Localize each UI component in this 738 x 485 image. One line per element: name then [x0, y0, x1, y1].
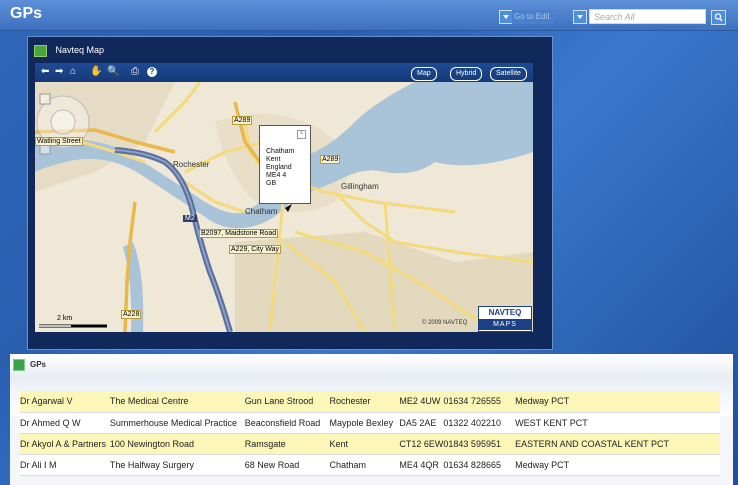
map-panel-title: Navteq Map — [55, 45, 105, 55]
search-button[interactable] — [711, 10, 726, 25]
forward-arrow-icon[interactable]: ➡ — [55, 66, 63, 77]
map-panel: Navteq Map ⬅ ➡ ⌂ ✋ 🔍 ⎙ ? Map Hybrid Sate… — [27, 36, 553, 350]
map-canvas[interactable]: Watling Street Rochester Chatham Gilling… — [35, 82, 533, 332]
map-panel-header: Navteq Map — [34, 43, 104, 59]
popup-address: Chatham Kent England ME4 4 GB — [266, 148, 294, 188]
search-scope-dropdown-icon[interactable] — [573, 10, 587, 24]
navteq-logo-top: NAVTEQ — [488, 308, 522, 317]
place-label-gillingham: Gillingham — [341, 182, 379, 191]
top-bar: GPs Go to Edit — [0, 0, 738, 31]
table-row[interactable]: Dr Agarwal V The Medical Centre Gun Lane… — [20, 391, 720, 413]
road-label-m2: M2 — [183, 215, 197, 222]
popup-line: Chatham — [266, 148, 295, 155]
gp-street: 68 New Road — [244, 454, 330, 476]
map-copyright: © 2009 NAVTEQ — [422, 320, 468, 326]
close-icon[interactable]: × — [297, 130, 306, 139]
road-label-watling: Watling Street — [35, 137, 83, 146]
help-icon[interactable]: ? — [147, 67, 157, 77]
print-icon[interactable]: ⎙ — [131, 66, 139, 77]
road-label-a289-west: A289 — [232, 116, 253, 125]
table-icon — [13, 359, 25, 371]
back-arrow-icon[interactable]: ⬅ — [41, 66, 49, 77]
satellite-mode-button[interactable]: Satellite — [490, 67, 527, 81]
road-label-b2097: B2097, Maidstone Road — [199, 229, 279, 238]
place-label-rochester: Rochester — [173, 160, 210, 169]
search-input[interactable] — [589, 9, 706, 24]
gp-practice: 100 Newington Road — [109, 433, 245, 455]
gp-pct: Medway PCT — [515, 454, 720, 476]
table-row[interactable]: Dr Akyol A & Partners 100 Newington Road… — [20, 433, 720, 455]
gp-phone: 01634 828665 — [443, 454, 516, 476]
gp-panel-title: GPs — [30, 360, 47, 369]
pan-hand-icon[interactable]: ✋ — [90, 66, 102, 77]
map-mode-button[interactable]: Map — [411, 67, 437, 81]
gp-street: Gun Lane Strood — [244, 391, 330, 413]
gp-table: Dr Agarwal V The Medical Centre Gun Lane… — [20, 391, 720, 476]
map-toolbar: ⬅ ➡ ⌂ ✋ 🔍 ⎙ ? Map Hybrid Satellite — [35, 63, 533, 82]
gp-phone: 01322 402210 — [443, 412, 516, 434]
navteq-logo-bottom: MAPS — [479, 319, 531, 330]
gp-postcode: ME4 4QR — [399, 454, 444, 476]
gp-practice: The Halfway Surgery — [109, 454, 245, 476]
gp-pct: Medway PCT — [515, 391, 720, 413]
gp-name: Dr Ahmed Q W — [20, 412, 110, 434]
app-title: GPs — [10, 5, 43, 22]
popup-line: GB — [266, 180, 277, 187]
zoom-icon[interactable]: 🔍 — [107, 66, 119, 77]
map-panel-icon — [34, 44, 47, 57]
gp-pct: WEST KENT PCT — [515, 412, 720, 434]
scale-label: 2 km — [57, 315, 73, 322]
gp-postcode: DA5 2AE — [399, 412, 444, 434]
gp-phone: 01843 595951 — [443, 433, 516, 455]
popup-line: England — [266, 164, 292, 171]
road-label-a229: A229, City Way — [229, 245, 281, 254]
popup-line: Kent — [266, 156, 281, 163]
road-label-a228: A228 — [121, 310, 142, 319]
popup-line: ME4 4 — [266, 172, 287, 179]
gp-town: Rochester — [329, 391, 400, 413]
gp-name: Dr Akyol A & Partners — [20, 433, 110, 455]
location-popup: × Chatham Kent England ME4 4 GB — [259, 125, 311, 204]
gp-postcode: CT12 6EW — [399, 433, 444, 455]
gp-town: Chatham — [329, 454, 400, 476]
search-icon — [714, 13, 723, 22]
go-to-edit-button[interactable]: Go to Edit — [512, 10, 554, 24]
gp-pct: EASTERN AND COASTAL KENT PCT — [515, 433, 720, 455]
hybrid-mode-button[interactable]: Hybrid — [450, 67, 483, 81]
road-label-a289-east: A289 — [320, 155, 341, 164]
gp-street: Beaconsfield Road — [244, 412, 330, 434]
table-row[interactable]: Dr Ali I M The Halfway Surgery 68 New Ro… — [20, 454, 720, 476]
table-row[interactable]: Dr Ahmed Q W Summerhouse Medical Practic… — [20, 412, 720, 434]
navteq-logo: NAVTEQ MAPS — [478, 306, 532, 332]
gp-practice: The Medical Centre — [109, 391, 245, 413]
gp-phone: 01634 726555 — [443, 391, 516, 413]
gp-name: Dr Agarwal V — [20, 391, 110, 413]
gp-practice: Summerhouse Medical Practice — [109, 412, 245, 434]
edit-dropdown-icon[interactable] — [499, 10, 513, 24]
gp-street: Ramsgate — [244, 433, 330, 455]
place-label-chatham: Chatham — [245, 207, 278, 216]
map-drawing — [35, 82, 533, 332]
gp-town: Maypole Bexley — [329, 412, 400, 434]
gp-panel-header: GPs — [10, 354, 733, 379]
gp-postcode: ME2 4UW — [399, 391, 444, 413]
home-icon[interactable]: ⌂ — [70, 66, 76, 77]
gp-town: Kent — [329, 433, 400, 455]
gp-name: Dr Ali I M — [20, 454, 110, 476]
